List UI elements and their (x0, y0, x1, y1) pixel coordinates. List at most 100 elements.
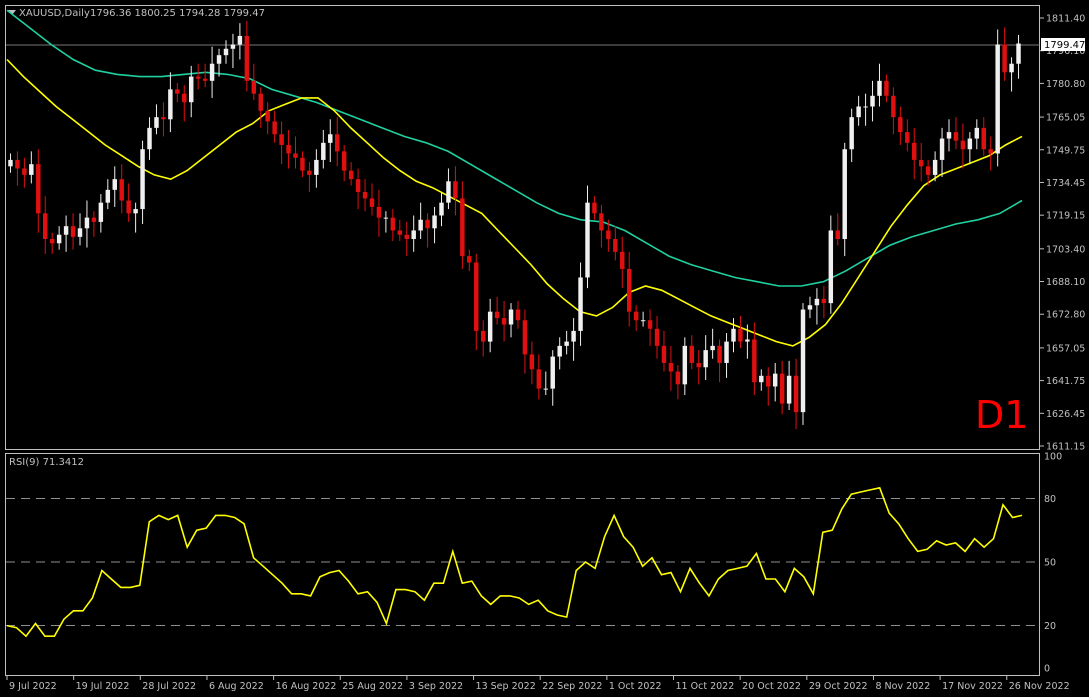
candle-body (620, 251, 625, 269)
candle-body (536, 369, 542, 389)
candle-body (821, 298, 827, 304)
candle-body (494, 311, 500, 319)
candle-body (689, 345, 695, 363)
candle-body (905, 132, 910, 143)
candle-body (293, 153, 298, 158)
candle-body (376, 206, 382, 218)
candle-body (807, 305, 813, 310)
candle-body (480, 330, 486, 342)
rsi-label: RSI(9) 71.3412 (9, 457, 84, 468)
candle-body (77, 228, 83, 237)
candle-body (29, 164, 34, 175)
price-tick-label: 1719.15 (1046, 211, 1085, 222)
candle-body (779, 373, 785, 404)
candle-body (425, 219, 430, 229)
candle-body (668, 362, 674, 372)
candle-body (348, 170, 354, 180)
price-tick-label: 1765.05 (1046, 113, 1085, 124)
candle-body (766, 375, 771, 387)
candle-body (772, 373, 778, 387)
candle-body (265, 110, 270, 122)
price-tick-label: 1749.75 (1046, 145, 1085, 156)
candle-body (696, 362, 701, 368)
rsi-tick-label: 80 (1044, 494, 1056, 505)
candle-body (884, 80, 889, 96)
current-price-marker: 1799.47 (1041, 38, 1085, 51)
date-tick-label: 8 Nov 2022 (875, 681, 930, 692)
candle-body (960, 140, 966, 150)
candle-body (786, 375, 792, 404)
candle-body (599, 213, 604, 231)
date-tick-label: 22 Sep 2022 (542, 681, 602, 692)
candle-body (800, 309, 806, 413)
candle-body (606, 230, 611, 239)
candle-body (682, 345, 688, 385)
date-tick-label: 11 Oct 2022 (676, 681, 735, 692)
candle-body (995, 44, 1000, 154)
candle-body (397, 230, 403, 235)
price-panel[interactable] (5, 5, 1040, 450)
candle-body (390, 217, 396, 231)
candle (800, 303, 806, 425)
candle-body (724, 341, 729, 363)
symbol-label: XAUUSD,Daily (19, 8, 90, 19)
candle-body (953, 132, 959, 141)
price-tick-label: 1734.45 (1046, 178, 1085, 189)
candle-body (898, 117, 903, 133)
rsi-tick-label: 20 (1044, 621, 1056, 632)
candle-body (411, 230, 416, 239)
timeframe-label: D1 (975, 393, 1028, 437)
candle-body (460, 198, 465, 257)
candle-body (119, 179, 124, 201)
candle-body (446, 181, 451, 203)
date-axis: 9 Jul 2022 19 Jul 2022 28 Jul 2022 6 Aug 20… (6, 676, 1070, 692)
candle-body (154, 117, 159, 128)
candle-body (432, 215, 437, 229)
candle-body (793, 375, 799, 413)
candle-body (168, 89, 173, 120)
candle-body (891, 95, 896, 118)
candle-body (43, 213, 48, 239)
candle-body (745, 339, 750, 342)
date-tick-label: 20 Oct 2022 (742, 681, 801, 692)
rsi-panel[interactable] (5, 453, 1040, 676)
candle-body (230, 44, 236, 49)
candle-body (307, 170, 312, 175)
date-tick-label: 13 Sep 2022 (476, 681, 536, 692)
candle-body (258, 93, 263, 111)
price-tick-label: 1626.45 (1046, 409, 1085, 420)
candle-body (967, 138, 973, 150)
candle-body (84, 217, 90, 229)
date-tick-label: 25 Aug 2022 (342, 681, 403, 692)
candle-body (223, 48, 229, 56)
candle-body (501, 318, 507, 325)
candle-body (870, 95, 875, 107)
candle-body (418, 219, 423, 231)
candle-body (877, 80, 882, 96)
candle-body (112, 179, 117, 190)
candle-body (195, 76, 201, 79)
rsi-tick-label: 0 (1044, 664, 1050, 675)
date-tick-label: 3 Sep 2022 (409, 681, 463, 692)
candle-body (932, 159, 938, 175)
price-tick-label: 1811.40 (1046, 14, 1085, 25)
candle-body (814, 298, 820, 306)
candle-body (286, 144, 291, 154)
candle-body (592, 202, 597, 214)
candle-body (161, 117, 166, 120)
candle-body (237, 35, 243, 45)
candle-body (70, 226, 76, 237)
price-tick-label: 1703.40 (1046, 244, 1085, 255)
candle-body (467, 256, 472, 263)
price-tick-label: 1780.80 (1046, 79, 1085, 90)
candle-body (974, 127, 980, 139)
candle-body (209, 63, 215, 81)
candle-body (202, 78, 208, 81)
candle-body (703, 350, 708, 368)
candle-body (189, 76, 194, 103)
candle-body (328, 134, 333, 143)
candle-body (752, 339, 757, 383)
candle-body (8, 159, 13, 167)
price-tick-label: 1657.05 (1046, 343, 1085, 354)
candle-body (981, 127, 986, 150)
